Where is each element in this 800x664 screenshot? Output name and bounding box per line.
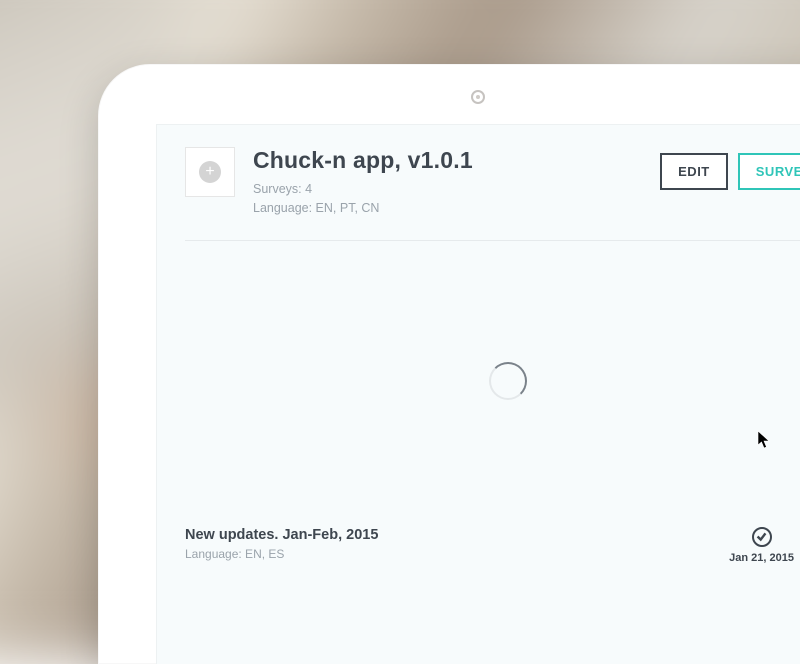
app-title: Chuck-n app, v1.0.1 [253, 147, 642, 174]
loading-area [185, 241, 800, 521]
loading-spinner-icon [489, 362, 527, 400]
update-date: Jan 21, 2015 [729, 552, 794, 564]
app-header: + Chuck-n app, v1.0.1 Surveys: 4 Languag… [185, 147, 800, 218]
device-frame: + Chuck-n app, v1.0.1 Surveys: 4 Languag… [98, 64, 800, 664]
surveys-count: Surveys: 4 [253, 180, 642, 199]
language-list: Language: EN, PT, CN [253, 199, 642, 218]
edit-button[interactable]: EDIT [660, 153, 728, 190]
check-circle-icon [752, 527, 772, 547]
add-thumbnail-button[interactable]: + [185, 147, 235, 197]
camera-icon [471, 90, 485, 104]
survey-button[interactable]: SURVEY [738, 153, 800, 190]
plus-icon: + [199, 161, 221, 183]
update-title: New updates. Jan-Feb, 2015 [185, 527, 729, 543]
title-block: Chuck-n app, v1.0.1 Surveys: 4 Language:… [253, 147, 642, 218]
update-row[interactable]: New updates. Jan-Feb, 2015 Language: EN,… [157, 521, 800, 572]
app-screen: + Chuck-n app, v1.0.1 Surveys: 4 Languag… [156, 124, 800, 664]
header-actions: EDIT SURVEY [660, 153, 800, 190]
update-language: Language: EN, ES [185, 547, 729, 561]
